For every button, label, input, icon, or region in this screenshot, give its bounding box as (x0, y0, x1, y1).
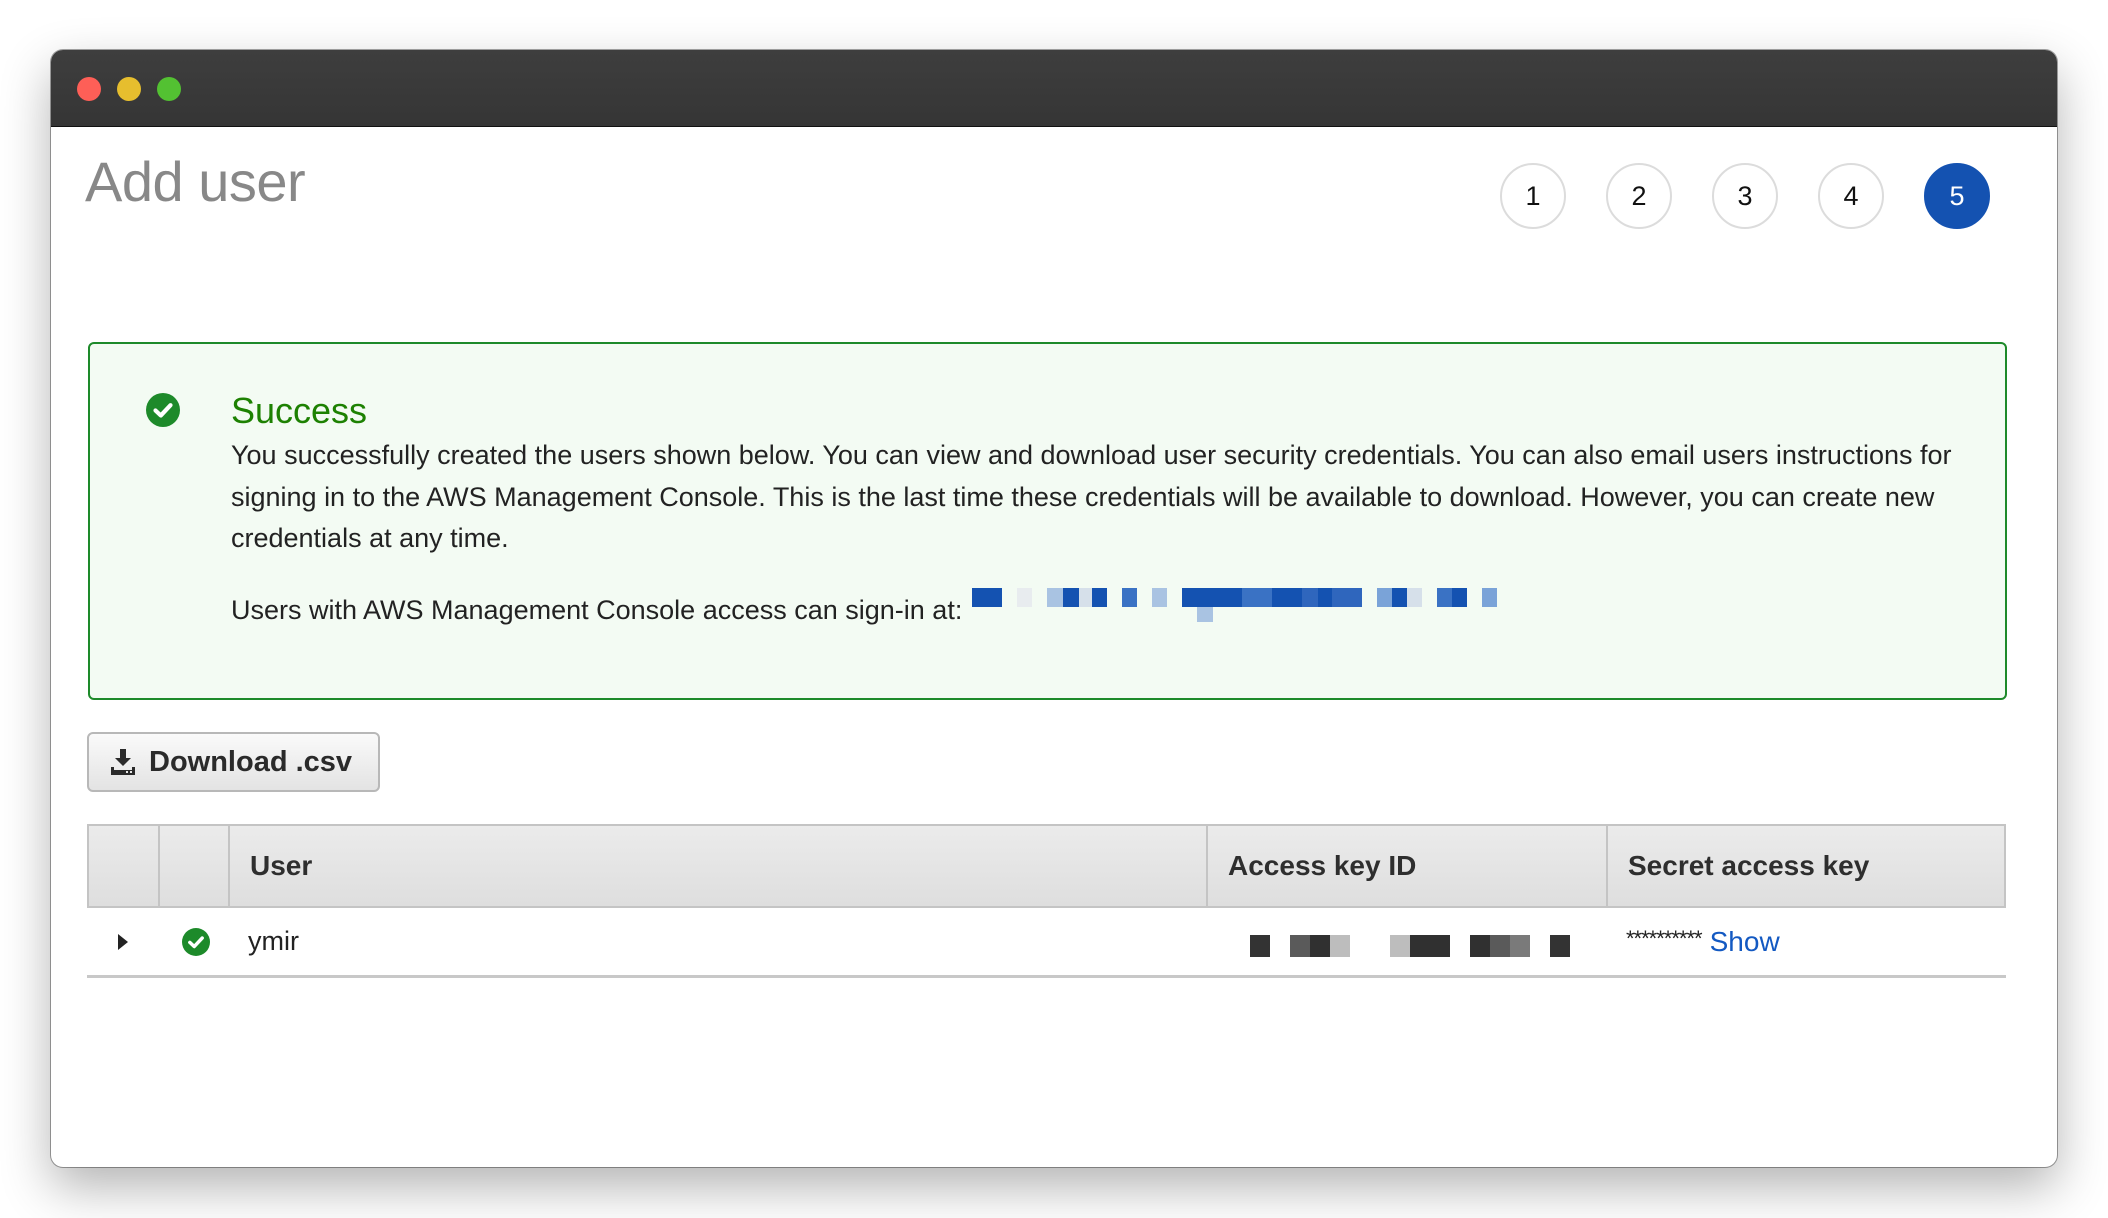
expand-row-toggle[interactable] (117, 908, 129, 975)
download-csv-button[interactable]: Download .csv (87, 732, 380, 792)
table-row: ymir ********** Show (87, 908, 2006, 978)
minimize-window-button[interactable] (117, 77, 141, 101)
check-circle-icon (182, 927, 210, 956)
user-name: ymir (248, 926, 299, 956)
secret-key-mask: ********** (1626, 925, 1703, 951)
signin-label: Users with AWS Management Console access… (231, 594, 963, 625)
download-icon (111, 749, 135, 775)
secret-access-key: ********** Show (1626, 908, 1780, 975)
page-content: Add user 1 2 3 4 5 Success You successfu… (51, 127, 2057, 1167)
title-bar (51, 50, 2057, 127)
access-key-id-redacted (1250, 908, 1580, 975)
row-status (182, 908, 210, 975)
check-circle-icon (146, 393, 180, 427)
wizard-step-4[interactable]: 4 (1818, 163, 1884, 229)
download-csv-label: Download .csv (149, 745, 353, 778)
alert-title: Success (231, 390, 368, 431)
column-header-status (160, 826, 230, 906)
signin-url-redacted[interactable] (972, 584, 1672, 624)
wizard-step-1[interactable]: 1 (1500, 163, 1566, 229)
caret-right-icon[interactable] (117, 933, 129, 951)
column-header-secret-access-key: Secret access key (1628, 850, 1870, 881)
browser-window: Add user 1 2 3 4 5 Success You successfu… (51, 50, 2057, 1167)
signin-line: Users with AWS Management Console access… (231, 588, 1672, 630)
wizard-step-3[interactable]: 3 (1712, 163, 1778, 229)
table-header: User Access key ID Secret access key (87, 824, 2006, 908)
success-alert: Success You successfully created the use… (88, 342, 2007, 700)
page-title: Add user (85, 150, 306, 213)
wizard-step-2[interactable]: 2 (1606, 163, 1672, 229)
column-header-expand (89, 826, 160, 906)
column-header-user: User (230, 826, 1208, 906)
wizard-step-5[interactable]: 5 (1924, 163, 1990, 229)
close-window-button[interactable] (77, 77, 101, 101)
alert-message: You successfully created the users shown… (231, 440, 1952, 553)
column-header-access-key-id: Access key ID (1208, 826, 1608, 906)
maximize-window-button[interactable] (157, 77, 181, 101)
users-table: User Access key ID Secret access key ymi… (87, 824, 2006, 978)
show-secret-key-link[interactable]: Show (1710, 926, 1780, 958)
